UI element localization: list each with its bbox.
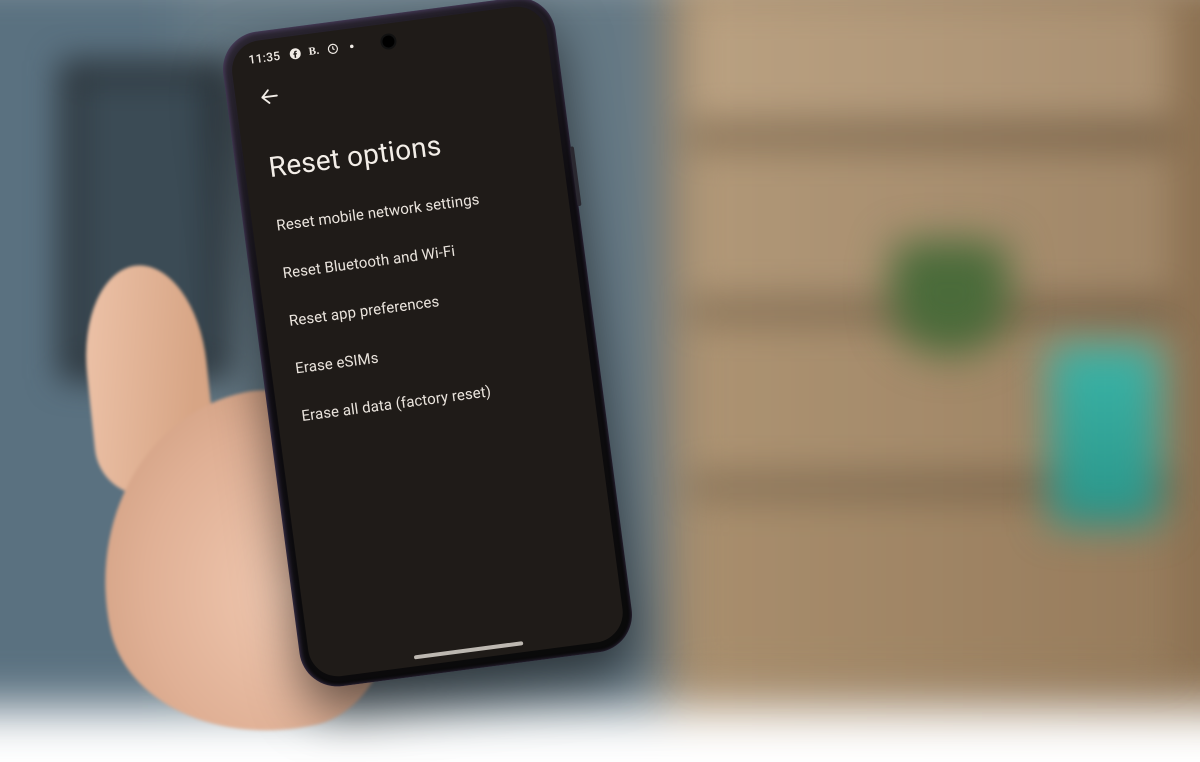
status-time: 11:35 [248, 49, 282, 67]
back-button[interactable] [247, 74, 292, 119]
clock-icon [326, 42, 339, 55]
arrow-left-icon [257, 84, 282, 109]
background-plant [890, 240, 1010, 400]
facebook-icon [288, 47, 301, 60]
option-label: Erase all data (factory reset) [300, 382, 492, 425]
dot-icon [345, 40, 358, 53]
option-label: Reset app preferences [288, 292, 440, 330]
option-label: Reset Bluetooth and Wi-Fi [282, 242, 457, 283]
reset-options-list: Reset mobile network settings Reset Blue… [249, 158, 596, 449]
background-book [1050, 345, 1160, 525]
bold-icon: B. [307, 45, 320, 58]
option-label: Erase eSIMs [294, 349, 379, 378]
